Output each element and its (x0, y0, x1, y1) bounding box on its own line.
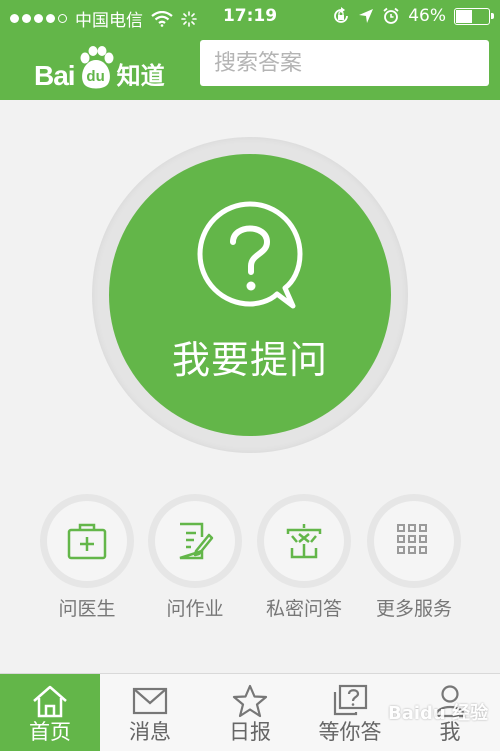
alarm-icon (383, 7, 399, 24)
service-private-qa[interactable]: 私密问答 (257, 494, 351, 621)
ask-question-button[interactable]: 我要提问 (109, 154, 391, 436)
tab-label: 消息 (129, 720, 171, 744)
tab-label: 等你答 (318, 720, 382, 744)
question-bubble-icon (197, 201, 303, 309)
medical-kit-icon (67, 523, 107, 560)
message-icon (132, 687, 168, 715)
service-label: 问医生 (58, 598, 116, 620)
search-input[interactable] (200, 40, 489, 86)
tab-label: 日报 (229, 720, 271, 744)
battery-icon (454, 7, 494, 25)
app-header: Bai du 知道 (0, 34, 500, 100)
service-label: 私密问答 (265, 598, 342, 620)
baidu-zhidao-logo[interactable]: Bai du 知道 (34, 46, 165, 90)
grid-icon (397, 524, 427, 554)
service-label: 问作业 (166, 598, 224, 620)
star-icon (232, 684, 268, 718)
location-icon (359, 9, 374, 23)
question-icon (333, 684, 368, 716)
status-right: 46% (332, 6, 494, 26)
tab-wait-answer[interactable]: 等你答 (300, 674, 400, 751)
paw-logo-icon: du (76, 46, 116, 90)
service-ask-doctor[interactable]: 问医生 (40, 494, 134, 621)
service-more[interactable]: 更多服务 (367, 494, 461, 621)
status-bar: 中国电信 17:19 46% (0, 0, 500, 34)
battery-percent: 46% (408, 6, 446, 26)
service-ask-homework[interactable]: 问作业 (148, 494, 242, 621)
tab-home[interactable]: 首页 (0, 674, 100, 751)
home-icon (33, 685, 67, 718)
logo-du: du (86, 68, 105, 85)
service-label: 更多服务 (375, 598, 452, 620)
rotation-lock-icon (334, 7, 349, 23)
homework-icon (179, 522, 214, 560)
logo-latin: Bai (34, 60, 76, 91)
logo-cn: 知道 (116, 62, 165, 90)
tab-daily[interactable]: 日报 (200, 674, 300, 751)
private-icon (286, 524, 322, 559)
baidu-jingyan-watermark: Baidu 经验 (388, 703, 489, 724)
tab-label: 首页 (29, 720, 71, 744)
ask-question-label: 我要提问 (171, 338, 328, 382)
tab-messages[interactable]: 消息 (100, 674, 200, 751)
